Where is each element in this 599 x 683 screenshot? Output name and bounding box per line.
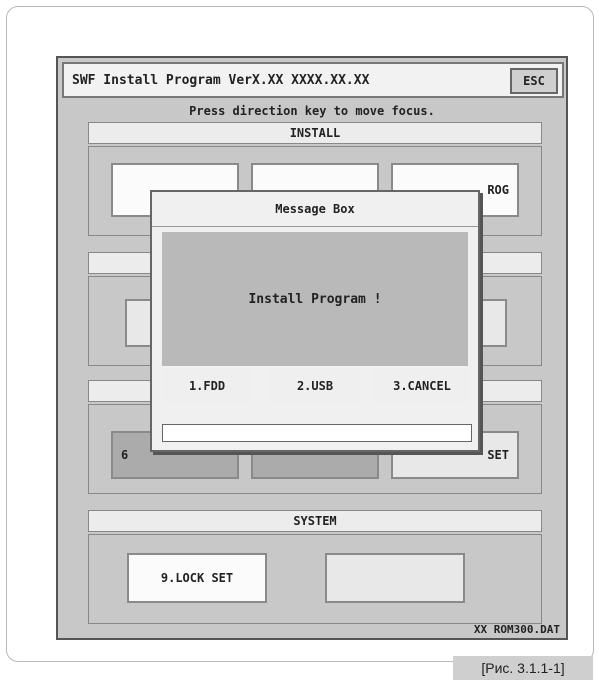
figure-caption: [Рис. 3.1.1-1] (453, 656, 593, 680)
option-cancel-button[interactable]: 3.CANCEL (374, 368, 470, 404)
system-button-2[interactable] (325, 553, 465, 603)
option-fdd-button[interactable]: 1.FDD (162, 368, 252, 404)
window-title: SWF Install Program VerX.XX XXXX.XX.XX (72, 73, 370, 88)
message-box: Message Box Install Program ! 1.FDD 2.US… (150, 190, 480, 452)
system-section-body: 9.LOCK SET (88, 534, 542, 624)
option-usb-button[interactable]: 2.USB (270, 368, 360, 404)
title-bar: SWF Install Program VerX.XX XXXX.XX.XX E… (62, 62, 564, 98)
message-box-input[interactable] (162, 424, 472, 442)
system-section-header: SYSTEM (88, 510, 542, 532)
focus-hint: Press direction key to move focus. (189, 104, 435, 118)
esc-button[interactable]: ESC (510, 68, 558, 94)
rom-file-label: XX ROM300.DAT (473, 623, 560, 636)
install-section-header: INSTALL (88, 122, 542, 144)
message-box-text: Install Program ! (162, 232, 468, 366)
message-box-title: Message Box (152, 192, 478, 227)
middle-button-right[interactable] (477, 299, 507, 347)
lock-set-button[interactable]: 9.LOCK SET (127, 553, 267, 603)
